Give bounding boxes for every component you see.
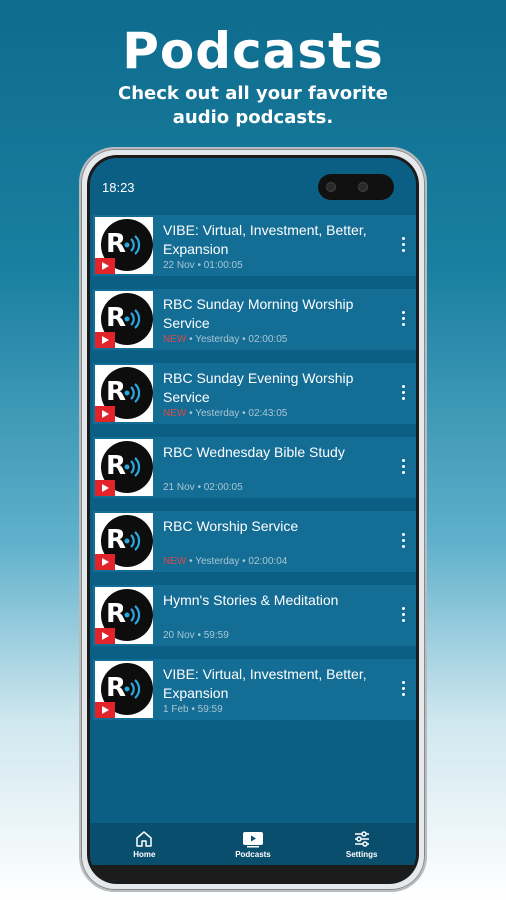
podcast-title[interactable]: VIBE: Virtual, Investment, Better, Expan…	[163, 221, 388, 259]
podcast-thumbnail[interactable]: R	[95, 661, 153, 718]
status-bar: 18:23	[90, 158, 416, 212]
hero-subtitle-line2: audio podcasts.	[172, 107, 334, 128]
podcast-row[interactable]: R VIBE: Virtual, Investment, Better, Exp…	[93, 659, 416, 720]
hero-subtitle: Check out all your favorite audio podcas…	[0, 82, 506, 130]
radio-waves-icon	[124, 457, 141, 477]
camera-lens-icon	[358, 182, 368, 192]
status-time: 18:23	[102, 180, 135, 195]
podcast-thumbnail[interactable]: R	[95, 365, 153, 422]
more-vert-icon[interactable]	[402, 459, 406, 475]
play-icon[interactable]	[95, 554, 115, 570]
podcast-date: Yesterday	[195, 408, 240, 419]
hero-title: Podcasts	[122, 22, 384, 80]
podcast-meta: 21 Nov • 02:00:05	[163, 482, 243, 493]
meta-separator: •	[186, 334, 196, 345]
more-vert-icon[interactable]	[402, 607, 406, 623]
podcast-row[interactable]: R RBC Sunday Evening Worship Service NEW…	[93, 363, 416, 424]
podcast-meta: 20 Nov • 59:59	[163, 630, 229, 641]
podcast-duration: 01:00:05	[203, 260, 243, 271]
podcast-row[interactable]: R RBC Sunday Morning Worship Service NEW…	[93, 289, 416, 350]
nav-podcasts[interactable]: Podcasts	[213, 830, 293, 859]
podcast-duration: 02:00:04	[248, 556, 288, 567]
podcast-row[interactable]: R RBC Worship Service NEW • Yesterday • …	[93, 511, 416, 572]
play-icon[interactable]	[95, 702, 115, 718]
podcast-meta: NEW • Yesterday • 02:00:04	[163, 556, 287, 567]
radio-waves-icon	[124, 309, 141, 329]
podcast-date: 1 Feb	[163, 704, 189, 715]
play-icon[interactable]	[95, 332, 115, 348]
nav-settings-label: Settings	[345, 849, 378, 859]
new-badge: NEW	[163, 334, 187, 345]
podcast-thumbnail[interactable]: R	[95, 439, 153, 496]
podcast-title[interactable]: RBC Sunday Evening Worship Service	[163, 369, 388, 407]
podcast-date: Yesterday	[195, 556, 240, 567]
podcast-date: 22 Nov	[163, 260, 195, 271]
nav-settings[interactable]: Settings	[322, 830, 402, 859]
camera-lens-icon	[326, 182, 336, 192]
podcast-title[interactable]: RBC Worship Service	[163, 517, 388, 536]
podcast-meta: 22 Nov • 01:00:05	[163, 260, 243, 271]
phone-frame: 18:23 R VIBE: Virtual, Investment, Bette…	[79, 147, 427, 892]
hero-subtitle-line1: Check out all your favorite	[118, 83, 388, 104]
new-badge: NEW	[163, 408, 187, 419]
play-icon[interactable]	[95, 480, 115, 496]
bottom-nav: Home Podcasts Settings	[90, 823, 416, 865]
radio-waves-icon	[124, 605, 141, 625]
podcast-thumbnail[interactable]: R	[95, 587, 153, 644]
podcast-thumbnail[interactable]: R	[95, 217, 153, 274]
podcast-row[interactable]: R VIBE: Virtual, Investment, Better, Exp…	[93, 215, 416, 276]
podcast-meta: 1 Feb • 59:59	[163, 704, 223, 715]
more-vert-icon[interactable]	[402, 237, 406, 253]
nav-home[interactable]: Home	[104, 830, 184, 859]
sliders-icon	[354, 830, 369, 847]
podcast-duration: 02:00:05	[203, 482, 243, 493]
video-play-icon	[242, 831, 263, 847]
nav-home-label: Home	[133, 849, 156, 859]
phone-bezel: 18:23 R VIBE: Virtual, Investment, Bette…	[87, 155, 419, 884]
podcast-title[interactable]: Hymn's Stories & Meditation	[163, 591, 388, 610]
podcast-thumbnail[interactable]: R	[95, 513, 153, 570]
podcast-row[interactable]: R Hymn's Stories & Meditation 20 Nov • 5…	[93, 585, 416, 646]
podcast-title[interactable]: RBC Wednesday Bible Study	[163, 443, 388, 462]
podcast-duration: 02:43:05	[248, 408, 288, 419]
podcast-title[interactable]: RBC Sunday Morning Worship Service	[163, 295, 388, 333]
more-vert-icon[interactable]	[402, 533, 406, 549]
play-icon[interactable]	[95, 628, 115, 644]
meta-separator: •	[186, 408, 196, 419]
nav-podcasts-label: Podcasts	[235, 849, 271, 859]
podcast-thumbnail[interactable]: R	[95, 291, 153, 348]
play-icon[interactable]	[95, 406, 115, 422]
radio-waves-icon	[124, 383, 141, 403]
more-vert-icon[interactable]	[402, 311, 406, 327]
more-vert-icon[interactable]	[402, 385, 406, 401]
more-vert-icon[interactable]	[402, 681, 406, 697]
new-badge: NEW	[163, 556, 187, 567]
radio-waves-icon	[124, 531, 141, 551]
podcast-row[interactable]: R RBC Wednesday Bible Study 21 Nov • 02:…	[93, 437, 416, 498]
podcast-duration: 02:00:05	[248, 334, 288, 345]
system-nav-bar	[90, 865, 416, 881]
play-icon[interactable]	[95, 258, 115, 274]
podcast-date: 20 Nov	[163, 630, 195, 641]
podcast-date: 21 Nov	[163, 482, 195, 493]
podcast-title[interactable]: VIBE: Virtual, Investment, Better, Expan…	[163, 665, 388, 703]
app-screen: 18:23 R VIBE: Virtual, Investment, Bette…	[90, 158, 416, 881]
home-icon	[136, 830, 153, 847]
podcast-duration: 59:59	[197, 704, 223, 715]
meta-separator: •	[186, 556, 196, 567]
camera-cutout	[318, 174, 394, 200]
podcast-meta: NEW • Yesterday • 02:43:05	[163, 408, 287, 419]
podcast-duration: 59:59	[203, 630, 229, 641]
radio-waves-icon	[124, 679, 141, 699]
podcast-list: R VIBE: Virtual, Investment, Better, Exp…	[93, 215, 416, 733]
radio-waves-icon	[124, 235, 141, 255]
podcast-meta: NEW • Yesterday • 02:00:05	[163, 334, 287, 345]
podcast-date: Yesterday	[195, 334, 240, 345]
